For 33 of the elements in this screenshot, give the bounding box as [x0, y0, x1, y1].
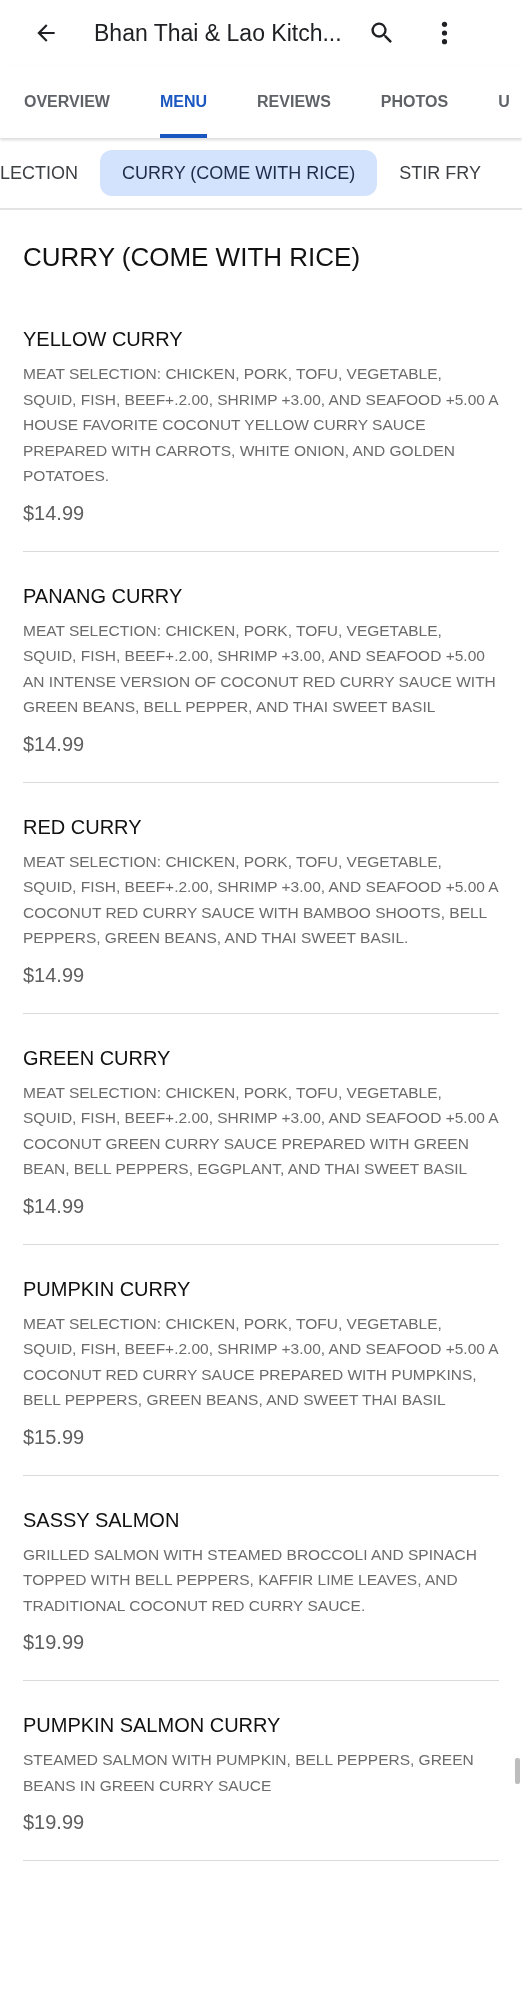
dish-description: GRILLED SALMON WITH STEAMED BROCCOLI AND SPINACH TOPPED WITH BELL PEPPERS, KAFFIR LIME LEAVES, AND TRADITIONAL COCONUT RED CURRY SAUCE.	[23, 1544, 478, 1616]
more-options-icon[interactable]	[439, 20, 449, 46]
tab[interactable]: OVERVIEW	[24, 66, 110, 138]
dish-price: $19.99	[23, 1810, 86, 1835]
dish-description: MEAT SELECTION: CHICKEN, PORK, TOFU, VEGETABLE, SQUID, FISH, BEEF+.2.00, SHRIMP +3.00, AND SEAFOOD +5.00 A COCONUT RED CURRY SAUCE PREPARED WITH PUMPKINS, BELL PEPPERS, GREEN BEANS, AND SWEET THAI BASIL	[23, 1313, 499, 1410]
tab[interactable]: PHOTOS	[380, 66, 449, 138]
tab[interactable]: U	[498, 66, 510, 138]
dish-description: STEAMED SALMON WITH PUMPKIN, BELL PEPPERS, GREEN BEANS IN GREEN CURRY SAUCE	[23, 1750, 475, 1796]
dish-description: MEAT SELECTION: CHICKEN, PORK, TOFU, VEGETABLE, SQUID, FISH, BEEF+.2.00, SHRIMP +3.00, AND SEAFOOD +5.00 A HOUSE FAVORITE COCONUT YELLOW CURRY SAUCE PREPARED WITH CARROTS, WHITE ONION, AND GOLDEN POTATOES.	[23, 364, 499, 486]
page-title: Bhan Thai & Lao Kitch...	[94, 19, 342, 47]
dish-name: PUMPKIN CURRY	[23, 1276, 192, 1302]
dish-name: YELLOW CURRY	[23, 327, 184, 352]
dish-name: PUMPKIN SALMON CURRY	[23, 1713, 282, 1738]
dish-price: $14.99	[23, 731, 86, 757]
tab[interactable]: MENU	[159, 66, 208, 138]
category-chip[interactable]: CURRY (COME WITH RICE)	[100, 150, 378, 196]
dish-description: MEAT SELECTION: CHICKEN, PORK, TOFU, VEGETABLE, SQUID, FISH, BEEF+.2.00, SHRIMP +3.00, AND SEAFOOD +5.00 A COCONUT RED CURRY SAUCE WITH BAMBOO SHOOTS, BELL PEPPERS, GREEN BEANS, AND THAI SWEET BASIL.	[23, 851, 499, 948]
tab[interactable]: REVIEWS	[257, 66, 331, 138]
dish-price: $19.99	[23, 1630, 86, 1655]
dish-price: $14.99	[23, 962, 86, 988]
scrollbar[interactable]	[515, 1758, 520, 1784]
dish-name: GREEN CURRY	[23, 1045, 172, 1071]
category-chip[interactable]: LECTION	[0, 150, 78, 196]
dish-name: PANANG CURRY	[23, 583, 184, 609]
dish-description: MEAT SELECTION: CHICKEN, PORK, TOFU, VEGETABLE, SQUID, FISH, BEEF+.2.00, SHRIMP +3.00, AND SEAFOOD +5.00 A COCONUT GREEN CURRY SAUCE PREPARED WITH GREEN BEAN, BELL PEPPERS, EGGPLANT, AND THAI SWEET BASIL	[23, 1082, 499, 1179]
dish-price: $14.99	[23, 500, 86, 526]
dish-price: $15.99	[23, 1424, 86, 1450]
dish-price: $14.99	[23, 1193, 86, 1219]
dish-name: SASSY SALMON	[23, 1507, 181, 1533]
dish-name: RED CURRY	[23, 814, 143, 840]
category-chip[interactable]: STIR FRY	[399, 150, 482, 196]
dish-description: MEAT SELECTION: CHICKEN, PORK, TOFU, VEGETABLE, SQUID, FISH, BEEF+.2.00, SHRIMP +3.00, AND SEAFOOD +5.00 AN INTENSE VERSION OF COCONUT RED CURRY SAUCE WITH GREEN BEANS, BELL PEPPER, AND THAI SWEET BASIL	[23, 620, 497, 717]
section-title: CURRY (COME WITH RICE)	[23, 242, 362, 273]
